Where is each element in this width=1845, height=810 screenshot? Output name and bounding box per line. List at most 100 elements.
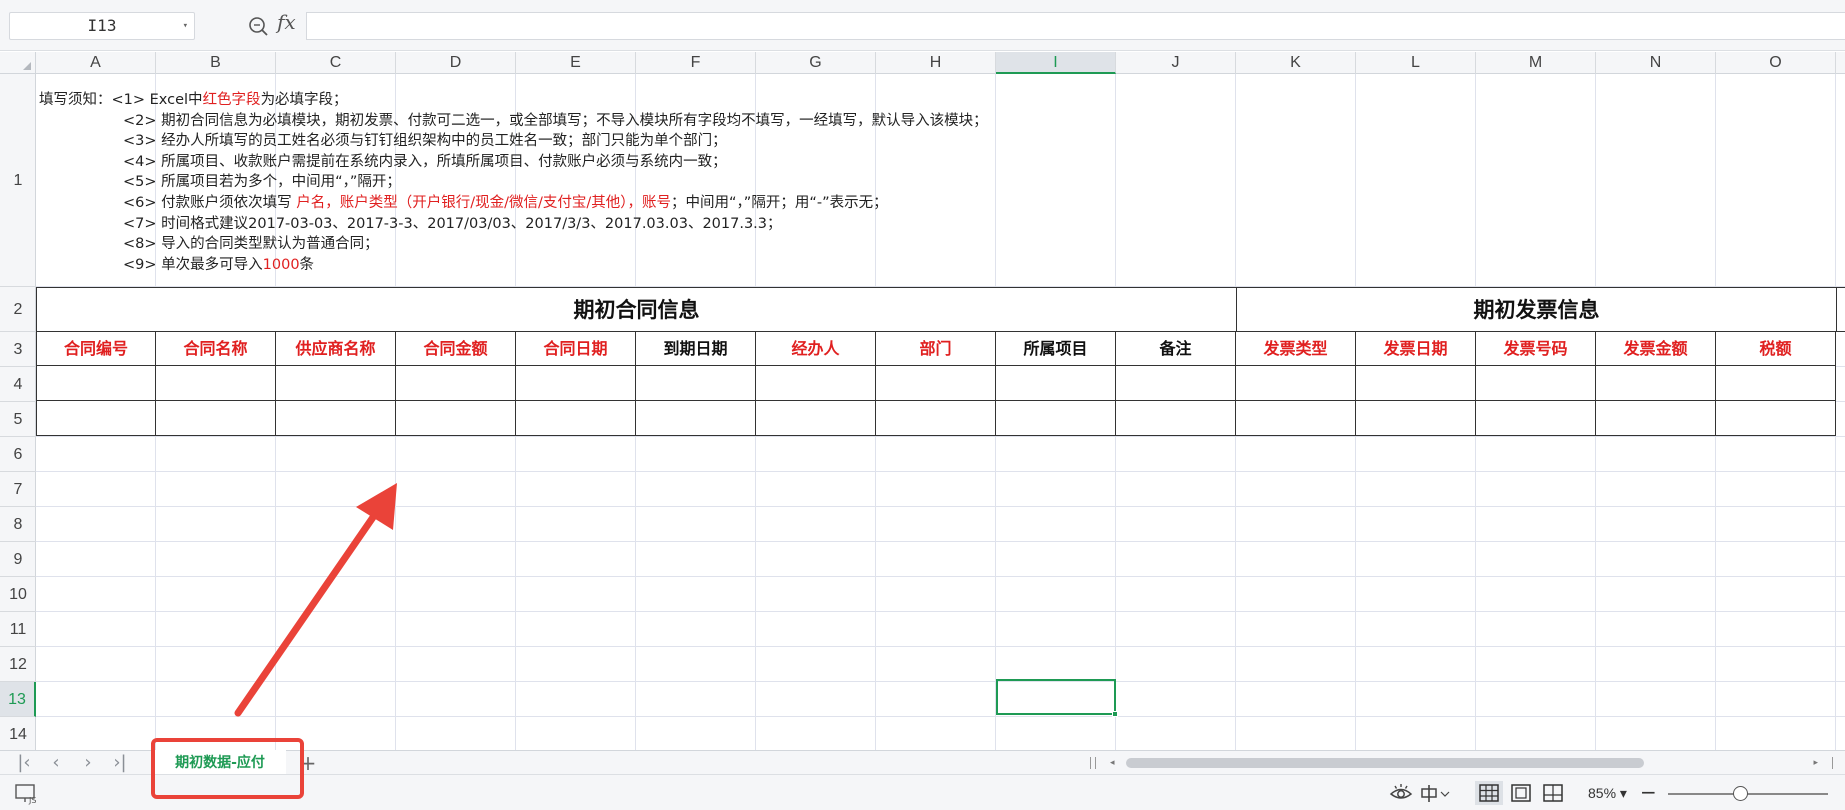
column-header-d[interactable]: D — [396, 52, 516, 74]
data-cell[interactable] — [1236, 366, 1356, 401]
field-header[interactable]: 发票日期 — [1356, 332, 1476, 366]
field-header[interactable]: 合同日期 — [516, 332, 636, 366]
data-cell[interactable] — [1476, 366, 1596, 401]
spreadsheet-grid[interactable]: 填写须知：<1> Excel中红色字段为必填字段； <2> 期初合同信息为必填模块… — [36, 74, 1845, 750]
data-cell[interactable] — [1116, 401, 1236, 436]
column-header-m[interactable]: M — [1476, 52, 1596, 74]
column-header-f[interactable]: F — [636, 52, 756, 74]
magnifier-icon[interactable] — [246, 12, 272, 40]
field-header[interactable]: 税额 — [1716, 332, 1836, 366]
horizontal-scrollbar[interactable]: ◂ ▸ — [1108, 755, 1820, 771]
zoom-slider[interactable] — [1668, 793, 1828, 795]
formula-input[interactable] — [306, 12, 1845, 40]
data-cell[interactable] — [996, 401, 1116, 436]
macro-record-icon[interactable]: JS — [14, 781, 40, 805]
data-cell[interactable] — [1116, 366, 1236, 401]
section-invoice-title[interactable]: 期初发票信息 — [1237, 288, 1837, 331]
column-header-l[interactable]: L — [1356, 52, 1476, 74]
data-cell[interactable] — [276, 366, 396, 401]
chinese-input-icon[interactable] — [1418, 781, 1452, 805]
field-header[interactable]: 合同编号 — [36, 332, 156, 366]
row-header-8[interactable]: 8 — [0, 507, 36, 542]
zoom-out-button[interactable]: − — [1640, 780, 1657, 804]
row-header-5[interactable]: 5 — [0, 402, 36, 437]
field-header[interactable]: 所属项目 — [996, 332, 1116, 366]
column-header-j[interactable]: J — [1116, 52, 1236, 74]
right-split-handle[interactable] — [1832, 757, 1833, 769]
row-header-9[interactable]: 9 — [0, 542, 36, 577]
fx-icon[interactable]: fx — [277, 10, 296, 34]
data-cell[interactable] — [636, 401, 756, 436]
fill-handle[interactable] — [1112, 711, 1118, 717]
instructions-block[interactable]: 填写须知：<1> Excel中红色字段为必填字段； <2> 期初合同信息为必填模块… — [39, 90, 988, 275]
split-handle[interactable] — [1090, 757, 1096, 769]
data-cell[interactable] — [36, 366, 156, 401]
data-cell[interactable] — [156, 366, 276, 401]
data-cell[interactable] — [996, 366, 1116, 401]
data-cell[interactable] — [876, 366, 996, 401]
first-sheet-icon[interactable]: |‹ — [12, 751, 36, 775]
last-sheet-icon[interactable]: ›| — [108, 751, 132, 775]
scroll-left-icon[interactable]: ◂ — [1110, 755, 1115, 771]
column-header-n[interactable]: N — [1596, 52, 1716, 74]
page-layout-icon[interactable] — [1507, 781, 1535, 805]
field-header[interactable]: 合同金额 — [396, 332, 516, 366]
column-header-b[interactable]: B — [156, 52, 276, 74]
data-cell[interactable] — [516, 366, 636, 401]
row-header-12[interactable]: 12 — [0, 647, 36, 682]
scroll-thumb[interactable] — [1126, 758, 1644, 768]
row-header-3[interactable]: 3 — [0, 332, 36, 367]
data-cell[interactable] — [156, 401, 276, 436]
data-cell[interactable] — [396, 366, 516, 401]
data-cell[interactable] — [756, 401, 876, 436]
select-all-corner[interactable] — [0, 52, 36, 74]
prev-sheet-icon[interactable]: ‹ — [44, 751, 68, 775]
column-header-c[interactable]: C — [276, 52, 396, 74]
column-header-k[interactable]: K — [1236, 52, 1356, 74]
normal-view-icon[interactable] — [1475, 781, 1503, 805]
eye-protection-icon[interactable] — [1388, 781, 1414, 805]
field-header[interactable]: 到期日期 — [636, 332, 756, 366]
scroll-right-icon[interactable]: ▸ — [1813, 755, 1818, 771]
row-header-10[interactable]: 10 — [0, 577, 36, 612]
column-header-h[interactable]: H — [876, 52, 996, 74]
chevron-down-icon[interactable]: ▾ — [183, 13, 188, 39]
data-cell[interactable] — [1356, 401, 1476, 436]
name-box[interactable]: I13 ▾ — [9, 12, 195, 40]
data-cell[interactable] — [756, 366, 876, 401]
next-sheet-icon[interactable]: › — [76, 751, 100, 775]
row-header-2[interactable]: 2 — [0, 287, 36, 332]
row-header-11[interactable]: 11 — [0, 612, 36, 647]
column-header-g[interactable]: G — [756, 52, 876, 74]
data-cell[interactable] — [276, 401, 396, 436]
data-cell[interactable] — [1596, 366, 1716, 401]
field-header[interactable]: 供应商名称 — [276, 332, 396, 366]
column-header-o[interactable]: O — [1716, 52, 1836, 74]
row-header-13[interactable]: 13 — [0, 682, 36, 717]
section-contract-title[interactable]: 期初合同信息 — [37, 288, 1237, 331]
zoom-level[interactable]: 85% ▾ — [1588, 785, 1627, 802]
page-break-icon[interactable] — [1539, 781, 1567, 805]
row-header-7[interactable]: 7 — [0, 472, 36, 507]
field-header[interactable]: 经办人 — [756, 332, 876, 366]
data-cell[interactable] — [1356, 366, 1476, 401]
data-cell[interactable] — [876, 401, 996, 436]
column-header-a[interactable]: A — [36, 52, 156, 74]
field-header[interactable]: 发票类型 — [1236, 332, 1356, 366]
data-cell[interactable] — [396, 401, 516, 436]
data-cell[interactable] — [516, 401, 636, 436]
row-header-4[interactable]: 4 — [0, 367, 36, 402]
data-cell[interactable] — [1716, 366, 1836, 401]
data-cell[interactable] — [1716, 401, 1836, 436]
column-header-i[interactable]: I — [996, 52, 1116, 74]
data-cell[interactable] — [1476, 401, 1596, 436]
data-cell[interactable] — [36, 401, 156, 436]
field-header[interactable]: 部门 — [876, 332, 996, 366]
column-header-e[interactable]: E — [516, 52, 636, 74]
zoom-slider-knob[interactable] — [1733, 786, 1748, 801]
field-header[interactable]: 合同名称 — [156, 332, 276, 366]
row-header-1[interactable]: 1 — [0, 74, 36, 287]
field-header[interactable]: 发票金额 — [1596, 332, 1716, 366]
data-cell[interactable] — [636, 366, 756, 401]
data-cell[interactable] — [1236, 401, 1356, 436]
